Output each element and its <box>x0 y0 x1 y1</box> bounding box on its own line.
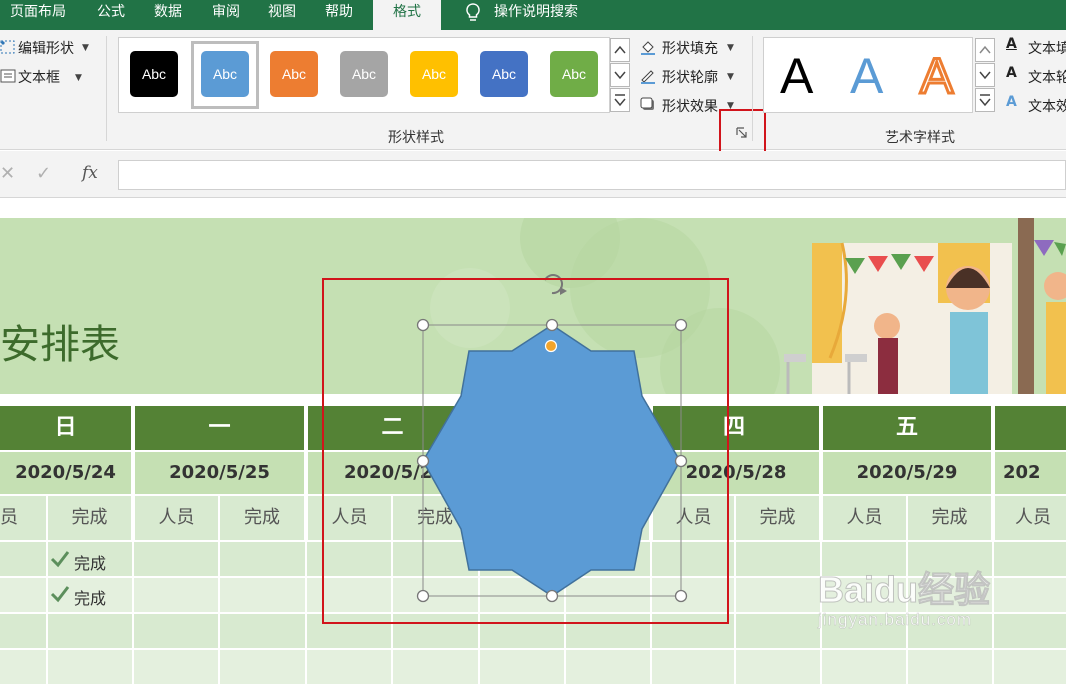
baidu-watermark: Baidu经验 jingyan.baidu.com <box>817 569 991 630</box>
shape-highlight-box <box>322 278 729 624</box>
watermark-brand: Baidu经验 <box>817 569 991 610</box>
watermark-url: jingyan.baidu.com <box>818 610 973 630</box>
